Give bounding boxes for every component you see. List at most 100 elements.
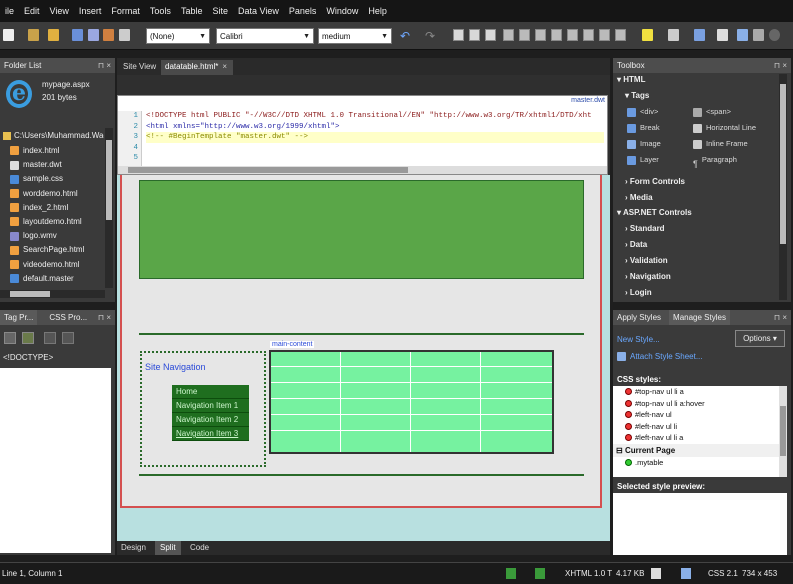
attach-style-sheet[interactable]: Attach Style Sheet... bbox=[617, 352, 702, 362]
menu-help[interactable]: Help bbox=[363, 0, 392, 22]
table-icon[interactable] bbox=[717, 29, 728, 41]
data-table[interactable] bbox=[269, 350, 554, 454]
list-item[interactable]: layoutdemo.html bbox=[0, 215, 104, 229]
toolbox-login[interactable]: › Login bbox=[625, 285, 652, 301]
scroll-thumb[interactable] bbox=[780, 84, 786, 244]
page-icon[interactable] bbox=[651, 568, 661, 579]
redo-icon[interactable]: ↷ bbox=[425, 29, 435, 43]
menu-insert[interactable]: Insert bbox=[74, 0, 107, 22]
css-style-item[interactable]: #top-nav ul li a:hover bbox=[613, 398, 787, 410]
list-item[interactable]: index.html bbox=[0, 144, 104, 158]
css-styles-list[interactable]: #top-nav ul li a #top-nav ul li a:hover … bbox=[613, 386, 787, 477]
tag-div[interactable]: <div> bbox=[627, 104, 658, 120]
menu-site[interactable]: Site bbox=[207, 0, 233, 22]
borders-icon[interactable] bbox=[615, 29, 626, 41]
menu-table[interactable]: Table bbox=[176, 0, 208, 22]
tag-paragraph[interactable]: ¶ Paragraph bbox=[693, 152, 737, 169]
tag-inline-frame[interactable]: Inline Frame bbox=[693, 136, 748, 152]
menu-edit[interactable]: Edit bbox=[19, 0, 45, 22]
pin-icon[interactable]: ⊓ × bbox=[98, 60, 111, 71]
tag-layer[interactable]: Layer bbox=[627, 152, 659, 168]
pin-icon[interactable]: ⊓ × bbox=[774, 60, 787, 71]
menu-window[interactable]: Window bbox=[321, 0, 363, 22]
properties-icon[interactable] bbox=[62, 332, 74, 344]
tag-properties-grid[interactable] bbox=[0, 368, 111, 553]
nav-item-2[interactable]: Navigation Item 2 bbox=[172, 413, 249, 427]
hscroll-thumb[interactable] bbox=[10, 291, 50, 297]
size-select[interactable]: medium ▼ bbox=[318, 28, 392, 44]
list-item[interactable]: logo.wmv bbox=[0, 229, 104, 243]
menu-format[interactable]: Format bbox=[106, 0, 145, 22]
highlight-icon[interactable] bbox=[642, 29, 653, 41]
tab-css-properties[interactable]: CSS Pro... bbox=[45, 310, 91, 325]
align-left-icon[interactable] bbox=[503, 29, 514, 41]
css-style-item[interactable]: .mytable bbox=[613, 457, 787, 469]
publish-icon[interactable] bbox=[88, 29, 99, 41]
css-style-item[interactable]: #left-nav ul li a bbox=[613, 432, 787, 444]
record-icon[interactable] bbox=[769, 29, 780, 41]
tab-split[interactable]: Split bbox=[155, 541, 181, 555]
nav-item-1[interactable]: Navigation Item 1 bbox=[172, 399, 249, 413]
code-hscrollbar[interactable] bbox=[118, 166, 607, 174]
folder-list-scrollbar[interactable] bbox=[105, 128, 113, 288]
folder-root[interactable]: C:\Users\Muhammad.Waqas bbox=[0, 128, 104, 144]
open-folder-icon[interactable] bbox=[28, 29, 39, 41]
preview-icon[interactable] bbox=[103, 29, 114, 41]
justify-icon[interactable] bbox=[551, 29, 562, 41]
doctype-status[interactable]: XHTML 1.0 T bbox=[565, 569, 612, 578]
categorize-icon[interactable] bbox=[22, 332, 34, 344]
show-set-icon[interactable] bbox=[44, 332, 56, 344]
toolbox-tags-section[interactable]: ▾ Tags bbox=[625, 88, 649, 104]
bold-icon[interactable] bbox=[453, 29, 464, 41]
options-button[interactable]: Options ▾ bbox=[735, 330, 785, 347]
hscroll-thumb[interactable] bbox=[128, 167, 408, 173]
folder-list-hscrollbar[interactable] bbox=[0, 290, 105, 298]
tab-design[interactable]: Design bbox=[121, 543, 146, 552]
toolbox-media[interactable]: › Media bbox=[625, 190, 653, 206]
design-pane[interactable]: Site Navigation Home Navigation Item 1 N… bbox=[117, 175, 610, 543]
css-style-item[interactable]: #left-nav ul bbox=[613, 409, 787, 421]
toolbox-form-controls[interactable]: › Form Controls bbox=[625, 174, 685, 190]
tab-code[interactable]: Code bbox=[190, 543, 209, 552]
undo-icon[interactable]: ↶ bbox=[400, 29, 410, 43]
tag-horizontal-line[interactable]: Horizontal Line bbox=[693, 120, 756, 136]
underline-icon[interactable] bbox=[485, 29, 496, 41]
list-item[interactable]: worddemo.html bbox=[0, 187, 104, 201]
menu-panels[interactable]: Panels bbox=[284, 0, 322, 22]
close-icon[interactable]: × bbox=[222, 62, 227, 71]
menu-tools[interactable]: Tools bbox=[145, 0, 176, 22]
list-item[interactable]: index_2.html bbox=[0, 201, 104, 215]
style-select[interactable]: (None) ▼ bbox=[146, 28, 210, 44]
outdent-icon[interactable] bbox=[599, 29, 610, 41]
open-site-icon[interactable] bbox=[48, 29, 59, 41]
toolbox-scrollbar[interactable] bbox=[779, 74, 787, 300]
page-dimensions[interactable]: 734 x 453 bbox=[742, 569, 777, 578]
toolbox-navigation[interactable]: › Navigation bbox=[625, 269, 671, 285]
bulleted-list-icon[interactable] bbox=[583, 29, 594, 41]
visual-aid-icon[interactable] bbox=[506, 568, 516, 579]
menu-view[interactable]: View bbox=[45, 0, 74, 22]
tab-manage-styles[interactable]: Manage Styles bbox=[669, 310, 730, 325]
font-select[interactable]: Calibri ▼ bbox=[216, 28, 314, 44]
code-pane[interactable]: master.dwt 1 2 3 4 5 <!DOCTYPE html PUBL… bbox=[117, 95, 608, 175]
schema-icon[interactable] bbox=[681, 568, 691, 579]
new-style-link[interactable]: New Style... bbox=[617, 335, 660, 344]
sort-icon[interactable] bbox=[4, 332, 16, 344]
print-icon[interactable] bbox=[119, 29, 130, 41]
tab-tag-properties[interactable]: Tag Pr... bbox=[0, 310, 38, 325]
css-list-scrollbar[interactable] bbox=[779, 386, 787, 477]
code-text[interactable]: <!DOCTYPE html PUBLIC "-//W3C//DTD XHTML… bbox=[146, 111, 604, 166]
font-color-icon[interactable] bbox=[668, 29, 679, 41]
menu-file[interactable]: ile bbox=[0, 0, 19, 22]
align-center-icon[interactable] bbox=[519, 29, 530, 41]
toolbox-validation[interactable]: › Validation bbox=[625, 253, 668, 269]
tag-break[interactable]: Break bbox=[627, 120, 660, 136]
list-item[interactable]: master.dwt bbox=[0, 158, 104, 172]
tag-span[interactable]: <span> bbox=[693, 104, 731, 120]
italic-icon[interactable] bbox=[469, 29, 480, 41]
nav-item-3[interactable]: Navigation Item 3 bbox=[172, 427, 249, 441]
page-body[interactable]: Site Navigation Home Navigation Item 1 N… bbox=[120, 175, 602, 508]
image-icon[interactable] bbox=[737, 29, 748, 41]
css-style-item[interactable]: #top-nav ul li a bbox=[613, 386, 787, 398]
tab-datatable[interactable]: datatable.html* × bbox=[161, 60, 233, 75]
